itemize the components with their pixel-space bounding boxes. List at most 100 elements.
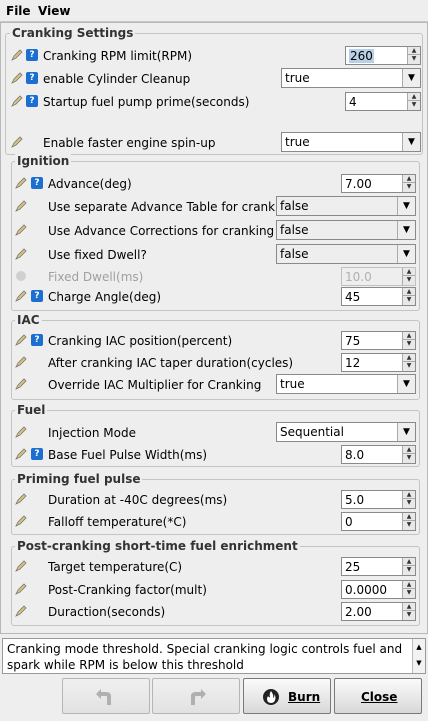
pencil-edit-icon[interactable] bbox=[15, 248, 27, 260]
injection-mode-value: Sequential bbox=[280, 425, 344, 439]
label-fixed-dwell: Fixed Dwell(ms) bbox=[48, 270, 144, 284]
description-box: Cranking mode threshold. Special crankin… bbox=[2, 638, 426, 674]
faster-spinup-select[interactable]: true ▼ bbox=[281, 132, 421, 152]
fixed-dwell-spinner: 10.0 ▲ ▼ bbox=[341, 267, 416, 286]
post-factor-spinner[interactable]: 0.0000 ▲ ▼ bbox=[341, 580, 416, 599]
base-pulse-spinner[interactable]: 8.0 ▲ ▼ bbox=[341, 445, 416, 464]
help-icon[interactable]: ? bbox=[31, 448, 43, 460]
fixed-dwell-value: 10.0 bbox=[345, 270, 372, 284]
spinner-arrows[interactable]: ▲ ▼ bbox=[402, 603, 415, 620]
label-post-factor: Post-Cranking factor(mult) bbox=[48, 583, 207, 597]
separate-table-select[interactable]: false ▼ bbox=[276, 196, 416, 216]
pencil-edit-icon[interactable] bbox=[15, 605, 27, 617]
group-title-iac: IAC bbox=[15, 313, 42, 327]
undo-button[interactable] bbox=[62, 678, 150, 714]
pencil-edit-icon[interactable] bbox=[15, 378, 27, 390]
pencil-edit-icon[interactable] bbox=[11, 49, 23, 61]
iac-override-value: true bbox=[280, 377, 305, 391]
chevron-down-icon[interactable]: ▼ bbox=[397, 197, 415, 215]
advance-corrections-select[interactable]: false ▼ bbox=[276, 220, 416, 240]
label-rpm-limit: Cranking RPM limit(RPM) bbox=[43, 49, 193, 63]
spinner-arrows[interactable]: ▲ ▼ bbox=[402, 354, 415, 371]
falloff-temp-spinner[interactable]: 0 ▲ ▼ bbox=[341, 512, 416, 531]
fixed-dwell-use-select[interactable]: false ▼ bbox=[276, 244, 416, 264]
label-charge-angle: Charge Angle(deg) bbox=[48, 290, 162, 304]
rpm-limit-value: 260 bbox=[349, 49, 374, 63]
pencil-edit-icon[interactable] bbox=[15, 493, 27, 505]
iac-taper-value: 12 bbox=[345, 356, 361, 370]
priming-duration-spinner[interactable]: 5.0 ▲ ▼ bbox=[341, 490, 416, 509]
pencil-edit-icon[interactable] bbox=[15, 560, 27, 572]
help-icon[interactable]: ? bbox=[31, 334, 43, 346]
spinner-arrows[interactable]: ▲ ▼ bbox=[402, 581, 415, 598]
close-button[interactable]: Close bbox=[334, 678, 422, 714]
row-iac-position: ? Cranking IAC position(percent) 75 ▲ ▼ bbox=[1, 330, 428, 350]
row-fuel-pump-prime: ? Startup fuel pump prime(seconds) 4 ▲ ▼ bbox=[1, 91, 428, 111]
row-advance-corrections: Use Advance Corrections for cranking fal… bbox=[1, 220, 428, 240]
pencil-edit-icon[interactable] bbox=[15, 290, 27, 302]
spinner-arrows[interactable]: ▲ ▼ bbox=[402, 491, 415, 508]
redo-button[interactable] bbox=[152, 678, 240, 714]
close-label: Close bbox=[361, 690, 398, 704]
help-icon[interactable]: ? bbox=[26, 95, 38, 107]
row-rpm-limit: ? Cranking RPM limit(RPM) 260 ▲ ▼ bbox=[1, 46, 428, 66]
spinner-arrows[interactable]: ▲ ▼ bbox=[402, 558, 415, 575]
spinner-arrows[interactable]: ▲ ▼ bbox=[407, 93, 420, 110]
pencil-edit-icon[interactable] bbox=[15, 515, 27, 527]
spinner-arrows[interactable]: ▲ ▼ bbox=[402, 446, 415, 463]
description-scrollbar[interactable]: ▲ ▼ bbox=[412, 639, 425, 673]
faster-spinup-value: true bbox=[285, 135, 310, 149]
pencil-edit-icon[interactable] bbox=[15, 448, 27, 460]
pencil-edit-icon[interactable] bbox=[11, 72, 23, 84]
pencil-edit-icon[interactable] bbox=[11, 136, 23, 148]
help-icon[interactable]: ? bbox=[26, 49, 38, 61]
chevron-down-icon[interactable]: ▼ bbox=[397, 221, 415, 239]
help-icon[interactable]: ? bbox=[26, 72, 38, 84]
pencil-edit-icon[interactable] bbox=[15, 200, 27, 212]
fuel-pump-prime-spinner[interactable]: 4 ▲ ▼ bbox=[345, 92, 421, 111]
iac-position-spinner[interactable]: 75 ▲ ▼ bbox=[341, 331, 416, 350]
post-duration-spinner[interactable]: 2.00 ▲ ▼ bbox=[341, 602, 416, 621]
spinner-arrows[interactable]: ▲ ▼ bbox=[402, 288, 415, 305]
menu-file[interactable]: File bbox=[6, 4, 31, 18]
spinner-arrows[interactable]: ▲ ▼ bbox=[402, 175, 415, 192]
row-falloff-temp: Falloff temperature(*C) 0 ▲ ▼ bbox=[1, 511, 428, 531]
chevron-down-icon[interactable]: ▼ bbox=[397, 375, 415, 393]
spinner-arrows[interactable]: ▲ ▼ bbox=[402, 332, 415, 349]
chevron-down-icon[interactable]: ▼ bbox=[397, 245, 415, 263]
label-faster-spinup: Enable faster engine spin-up bbox=[43, 136, 216, 150]
help-icon[interactable]: ? bbox=[31, 177, 43, 189]
cylinder-cleanup-value: true bbox=[285, 71, 310, 85]
iac-override-select[interactable]: true ▼ bbox=[276, 374, 416, 394]
pencil-edit-icon[interactable] bbox=[15, 334, 27, 346]
group-title-ignition: Ignition bbox=[15, 154, 72, 168]
rpm-limit-spinner[interactable]: 260 ▲ ▼ bbox=[345, 46, 421, 65]
pencil-edit-icon[interactable] bbox=[15, 177, 27, 189]
target-temp-spinner[interactable]: 25 ▲ ▼ bbox=[341, 557, 416, 576]
pencil-edit-icon[interactable] bbox=[15, 583, 27, 595]
iac-taper-spinner[interactable]: 12 ▲ ▼ bbox=[341, 353, 416, 372]
group-title-cranking: Cranking Settings bbox=[10, 26, 136, 40]
label-separate-table: Use separate Advance Table for cranking bbox=[48, 200, 294, 214]
chevron-down-icon[interactable]: ▼ bbox=[397, 423, 415, 441]
injection-mode-select[interactable]: Sequential ▼ bbox=[276, 422, 416, 442]
spinner-arrows[interactable]: ▲ ▼ bbox=[407, 47, 420, 64]
pencil-edit-icon[interactable] bbox=[15, 426, 27, 438]
advance-spinner[interactable]: 7.00 ▲ ▼ bbox=[341, 174, 416, 193]
pencil-edit-icon[interactable] bbox=[11, 95, 23, 107]
menu-view[interactable]: View bbox=[38, 4, 70, 18]
target-temp-value: 25 bbox=[345, 560, 361, 574]
burn-button[interactable]: Burn bbox=[243, 678, 331, 714]
fuel-pump-prime-value: 4 bbox=[349, 95, 357, 109]
charge-angle-spinner[interactable]: 45 ▲ ▼ bbox=[341, 287, 416, 306]
post-duration-value: 2.00 bbox=[345, 605, 372, 619]
row-separate-table: Use separate Advance Table for cranking … bbox=[1, 196, 428, 216]
cylinder-cleanup-select[interactable]: true ▼ bbox=[281, 68, 421, 88]
chevron-down-icon[interactable]: ▼ bbox=[402, 133, 420, 151]
chevron-down-icon[interactable]: ▼ bbox=[402, 69, 420, 87]
spinner-arrows[interactable]: ▲ ▼ bbox=[402, 513, 415, 530]
pencil-edit-icon[interactable] bbox=[15, 224, 27, 236]
group-title-priming: Priming fuel pulse bbox=[15, 472, 143, 486]
pencil-edit-icon[interactable] bbox=[15, 356, 27, 368]
help-icon[interactable]: ? bbox=[31, 290, 43, 302]
